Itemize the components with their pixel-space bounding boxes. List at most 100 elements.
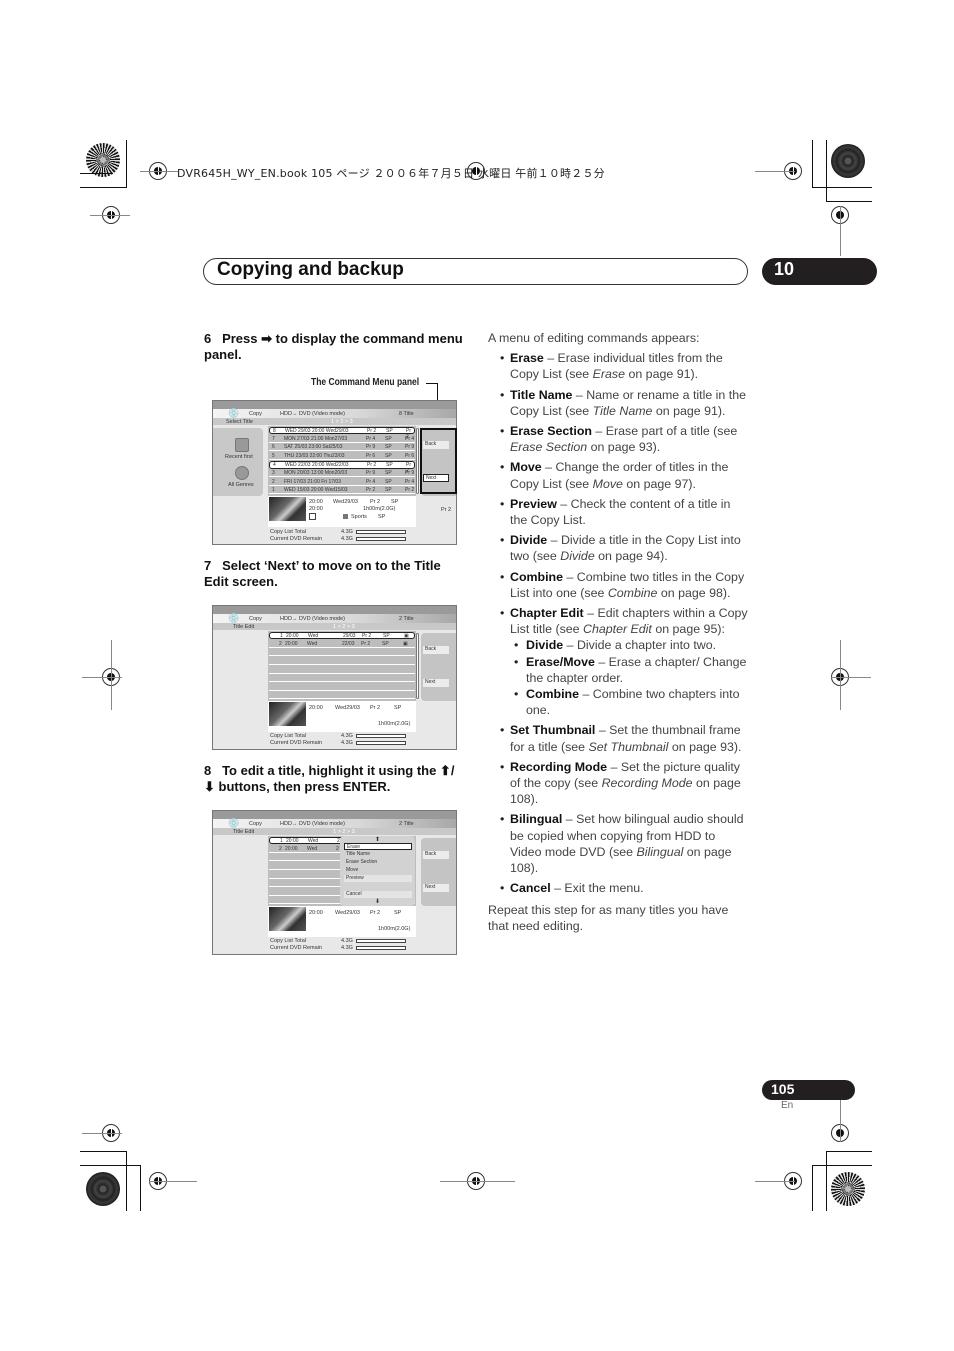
preview-time: 20:00: [309, 499, 323, 505]
title-cell: FRI 17/03 21:00 Fri 17/03: [284, 478, 341, 485]
page-number: 105: [762, 1080, 855, 1100]
crop-line: [140, 1165, 141, 1211]
command-term: Title Name: [510, 387, 573, 402]
title-row[interactable]: 6 SAT 25/03 23:00 Sat25/03 Pr 9 SP Pr 9: [269, 444, 415, 452]
osd-pager[interactable]: 1 > 2 > 3: [333, 829, 355, 835]
title-cell: SP: [385, 478, 392, 485]
register-line: [82, 677, 122, 678]
crop-line: [80, 187, 127, 188]
title-row[interactable]: 4 WED 22/03 20:00 Wed22/03 Pr 2 SP Pr 2: [269, 461, 415, 474]
osd-screen-edit-menu: 💿 Copy HDD→ DVD (Video mode) 2 Title Tit…: [212, 810, 457, 955]
osd-section: Title Edit: [233, 829, 255, 835]
command-term: Recording Mode: [510, 759, 608, 774]
total-bar: [356, 537, 406, 541]
title-cell: Pr 2: [362, 633, 372, 639]
next-button[interactable]: Next: [423, 679, 449, 687]
popup-item-move[interactable]: Move: [344, 867, 412, 874]
scroll-down-icon[interactable]: ⬇: [375, 898, 380, 905]
command-item: Recording Mode – Set the picture quality…: [488, 759, 750, 808]
crop-line: [126, 1151, 127, 1211]
total-bar: [356, 741, 406, 745]
step-text: 7: [204, 558, 212, 573]
title-row[interactable]: 1 WED 15/03 20:00 Wed15/03 Pr 2 SP Pr 2: [269, 487, 415, 495]
osd-pager[interactable]: 1 > 2 > 3: [333, 624, 355, 630]
title-row[interactable]: 2 FRI 17/03 21:00 Fri 17/03 Pr 4 SP Pr 4: [269, 479, 415, 486]
empty-row: [269, 675, 415, 683]
title-cell: SAT 25/03 23:00 Sat25/03: [284, 444, 343, 451]
title-cell: SP: [386, 462, 393, 469]
title-cell: Pr 4: [405, 478, 415, 485]
crop-line: [812, 140, 813, 187]
preview-thumbnail: [269, 907, 306, 931]
preview-channel: Pr 2: [370, 705, 381, 711]
crop-line: [80, 1165, 141, 1166]
osd-left-option[interactable]: Recent first: [225, 454, 253, 460]
title-cell: Pr 4: [366, 478, 376, 485]
popup-item-cancel[interactable]: Cancel: [344, 891, 412, 898]
command-item: Chapter Edit – Edit chapters within a Co…: [488, 605, 750, 637]
popup-item-erase[interactable]: Erase: [344, 843, 412, 850]
title-row[interactable]: 7 MON 27/03 21:00 Mon27/03 Pr 4 SP Pr 4: [269, 436, 415, 443]
command-desc-tail: on page 91).: [625, 367, 699, 382]
recent-first-icon: [235, 438, 249, 452]
outro-text: Repeat this step for as many titles you …: [488, 902, 729, 933]
popup-item-preview[interactable]: Preview: [344, 875, 412, 882]
osd-pager[interactable]: 1 > 2 > 3: [331, 419, 353, 425]
preview-mode: SP: [394, 705, 402, 711]
command-desc-tail: on page 97).: [622, 476, 696, 491]
osd-count: 2 Title: [399, 821, 414, 827]
osd-mode: Copy: [249, 821, 262, 827]
title-cell: 2: [279, 640, 282, 647]
crop-line: [826, 201, 872, 202]
title-row[interactable]: 8 WED 29/03 20:00 Wed29/03 Pr 2 SP Pr 2: [269, 427, 415, 440]
total-label: Copy List Total: [270, 733, 306, 739]
osd-top-band: [213, 606, 456, 614]
title-row[interactable]: 2 20:00 Wed 22/03 Pr 2 SP ▣: [269, 641, 415, 648]
title-cell: 1: [272, 487, 275, 494]
command-menu-highlight: [420, 428, 457, 494]
osd-count: 8 Title: [399, 411, 414, 417]
scrollbar[interactable]: [416, 633, 419, 699]
title-cell: WED 22/03 20:00 Wed22/03: [285, 462, 349, 469]
preview-genre: Sports: [351, 514, 367, 520]
command-item: Title Name – Name or rename a title in t…: [488, 387, 750, 419]
total-value: 4.3G: [341, 733, 353, 739]
title-cell: Pr 9: [366, 444, 376, 451]
back-button[interactable]: Back: [423, 646, 449, 654]
total-label: Copy List Total: [270, 529, 306, 535]
register-line: [831, 677, 871, 678]
osd-left-option[interactable]: All Genres: [228, 482, 254, 488]
title-row[interactable]: 3 MON 20/03 13:00 Mon20/03 Pr 9 SP Pr 9: [269, 470, 415, 478]
scroll-up-icon[interactable]: ⬆: [375, 836, 380, 843]
command-item: Erase – Erase individual titles from the…: [488, 350, 750, 382]
title-row[interactable]: 1 20:00 Wed 29/03 Pr 2 SP ▣: [269, 632, 415, 640]
command-item: Set Thumbnail – Set the thumbnail frame …: [488, 722, 750, 754]
total-label: Current DVD Remain: [270, 945, 322, 951]
title-cell: Pr 6: [366, 452, 376, 459]
command-menu-panel: [421, 633, 456, 701]
page-reference: Erase: [592, 367, 626, 382]
preview-channel-side: Pr 2: [441, 507, 452, 513]
title-row[interactable]: 5 THU 23/03 22:00 Thu23/03 Pr 6 SP Pr 6: [269, 452, 415, 461]
all-genres-icon: [235, 466, 249, 480]
next-button[interactable]: Next: [423, 884, 449, 892]
command-item: Erase Section – Erase part of a title (s…: [488, 423, 750, 455]
register-line: [111, 640, 112, 710]
register-line: [82, 1133, 122, 1134]
preview-date: Wed29/03: [333, 499, 358, 505]
step-6: 6 Press ➡ to display the command menu pa…: [204, 331, 464, 363]
popup-item-title-name[interactable]: Title Name: [344, 851, 412, 858]
total-label: Current DVD Remain: [270, 740, 322, 746]
command-desc: – Erase part of a title (see: [591, 424, 738, 439]
popup-item-erase-section[interactable]: Erase Section: [344, 859, 412, 866]
preview-date: Wed29/03: [335, 910, 360, 916]
title-cell: 22/03: [342, 640, 355, 647]
empty-row: [269, 684, 415, 691]
command-term: Erase/Move: [526, 654, 595, 669]
osd-route: HDD→ DVD (Video mode): [280, 821, 346, 827]
command-item: Move – Change the order of titles in the…: [488, 459, 750, 491]
scrollbar[interactable]: [416, 428, 419, 494]
back-button[interactable]: Back: [423, 851, 449, 859]
step-7: 7 Select ‘Next’ to move on to the Title …: [204, 558, 464, 590]
title-cell: Pr 2: [367, 428, 377, 434]
